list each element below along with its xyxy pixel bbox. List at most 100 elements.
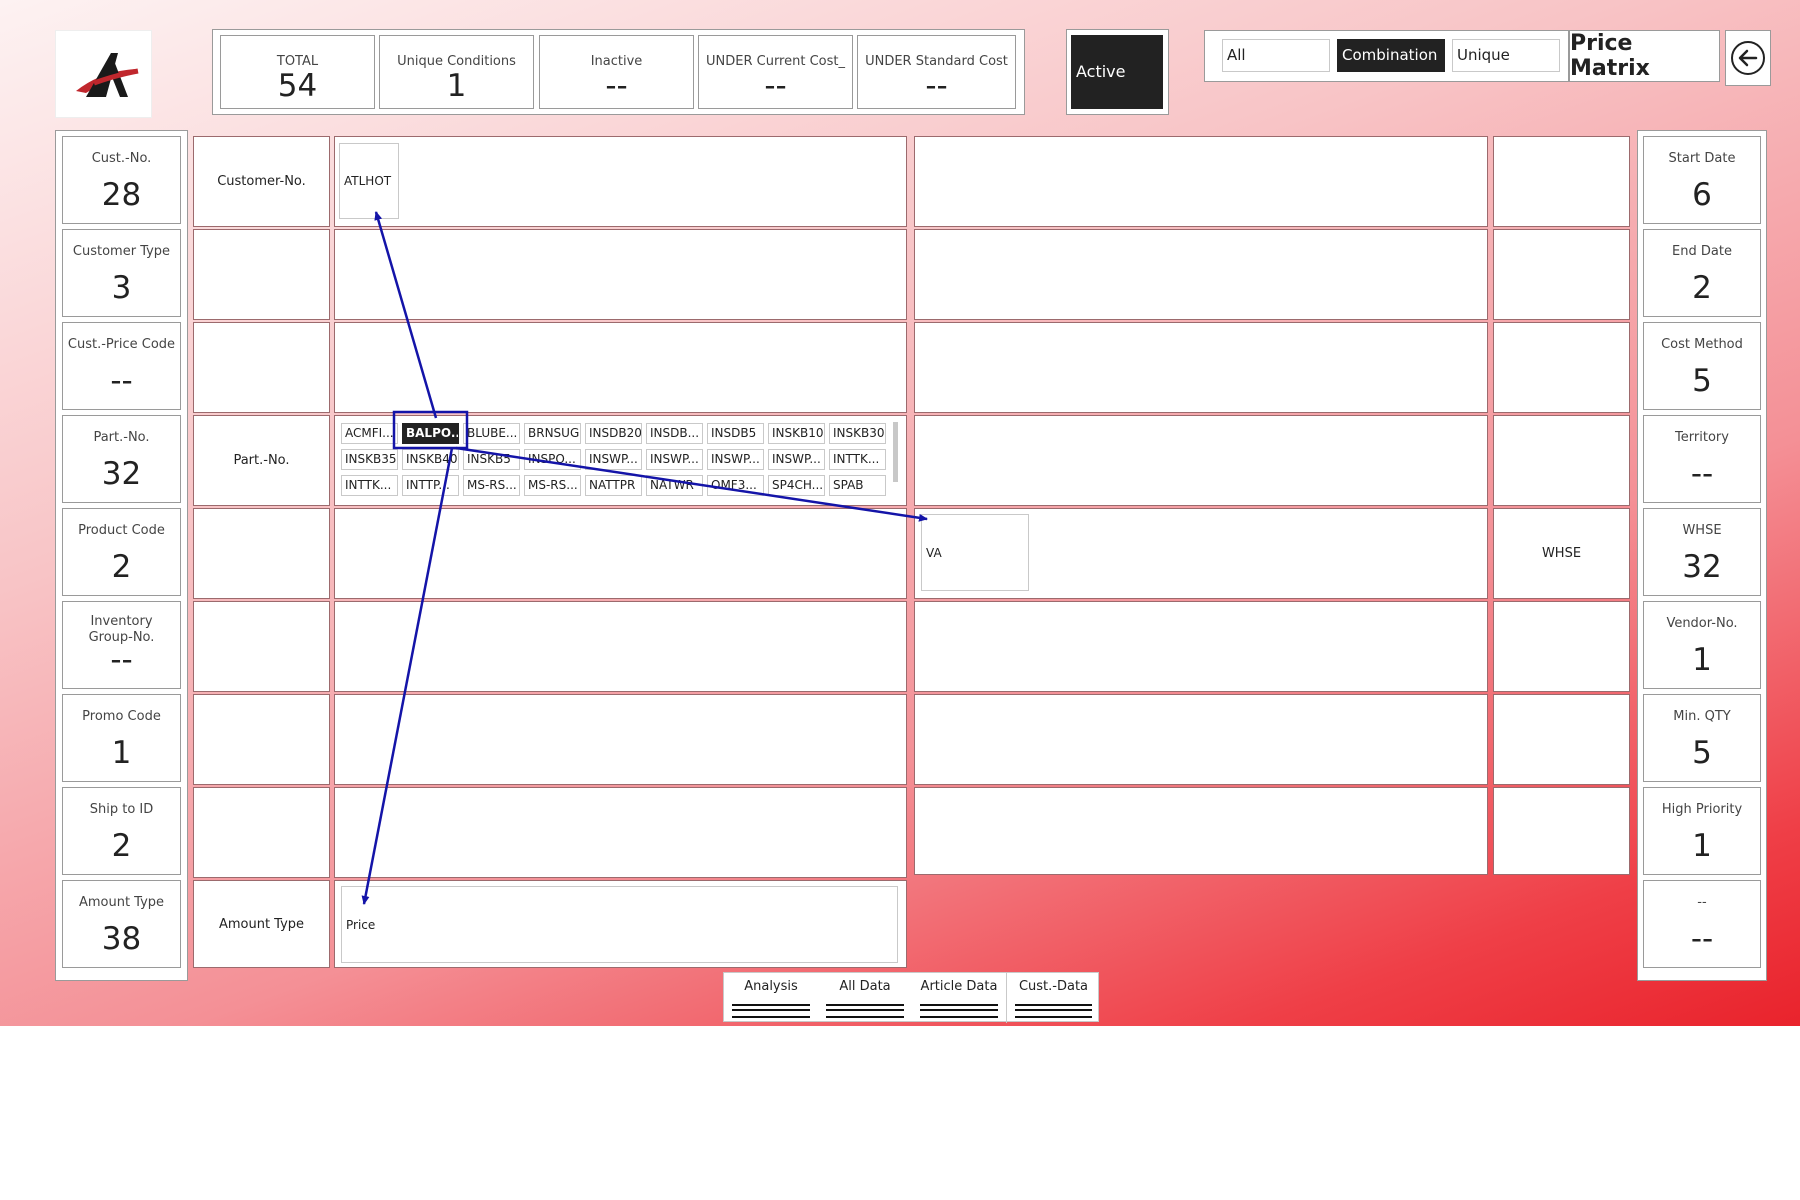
part-chip[interactable]: OMF3... (707, 475, 764, 496)
kpi-value: -- (605, 68, 628, 104)
tab-label: Cust.-Data (1018, 979, 1089, 994)
card-label: Ship to ID (89, 802, 154, 817)
tab-cust-data[interactable]: Cust.-Data (1006, 973, 1100, 1023)
card-customer-type[interactable]: Customer Type 3 (62, 229, 181, 317)
row-label-empty (193, 601, 330, 692)
value-text: Price (346, 917, 376, 932)
toggle-unique[interactable]: Unique (1452, 39, 1560, 72)
part-chip[interactable]: INTTK... (341, 475, 398, 496)
row-label-amount: Amount Type (193, 880, 330, 968)
part-chip[interactable]: INSKB30 (829, 423, 886, 444)
row-label-part: Part.-No. (193, 415, 330, 506)
card-part-no[interactable]: Part.-No. 32 (62, 415, 181, 503)
page-title: Price Matrix (1570, 31, 1650, 81)
card-ship-to-id[interactable]: Ship to ID 2 (62, 787, 181, 875)
value2-cell-empty (914, 415, 1488, 506)
row-label-empty (193, 229, 330, 320)
toggle-all[interactable]: All (1222, 39, 1330, 72)
card-cust-no[interactable]: Cust.-No. 28 (62, 136, 181, 224)
part-chip[interactable]: BLUBE... (463, 423, 520, 444)
active-button[interactable]: Active (1071, 35, 1163, 109)
tab-label: Analysis (744, 979, 798, 994)
tab-lines (732, 1004, 810, 1018)
card-value: -- (110, 363, 133, 399)
row-label-text: Customer-No. (217, 174, 306, 189)
card-cust-price-code[interactable]: Cust.-Price Code -- (62, 322, 181, 410)
card-value: 1 (111, 735, 132, 771)
part-chip[interactable]: INSDB5 (707, 423, 764, 444)
part-chip[interactable]: INSKB10 (768, 423, 825, 444)
part-chip[interactable]: NATTPR (585, 475, 642, 496)
row2-label-empty (1493, 787, 1630, 875)
card-value: -- (1690, 921, 1714, 957)
row2-label-empty (1493, 694, 1630, 785)
part-chip[interactable]: INTTP... (402, 475, 459, 496)
card-label: Customer Type (72, 244, 171, 259)
card-cost-method[interactable]: Cost Method 5 (1643, 322, 1761, 410)
part-chip[interactable]: ACMFI... (341, 423, 398, 444)
card-min-qty[interactable]: Min. QTY 5 (1643, 694, 1761, 782)
card-promo-code[interactable]: Promo Code 1 (62, 694, 181, 782)
card-value: -- (110, 642, 133, 678)
part-chip[interactable]: INTTK... (829, 449, 886, 470)
part-chip[interactable]: MS-RS... (524, 475, 581, 496)
card-value: 32 (101, 456, 142, 492)
logo (55, 30, 152, 118)
value2-cell-empty (914, 694, 1488, 785)
tab-all-data[interactable]: All Data (818, 973, 912, 1023)
part-chip[interactable]: INSKB5 (463, 449, 520, 470)
part-chip[interactable]: SPAB (829, 475, 886, 496)
value-whse[interactable]: VA (921, 514, 1029, 591)
card-empty[interactable]: -- -- (1643, 880, 1761, 968)
kpi-inactive: Inactive -- (539, 35, 694, 109)
card-value: 5 (1692, 363, 1712, 399)
part-chip[interactable]: INSWP... (646, 449, 703, 470)
row-label-whse: WHSE (1493, 508, 1630, 599)
kpi-under-current-cost: UNDER Current Cost_ -- (698, 35, 853, 109)
part-chip[interactable]: SP4CH... (768, 475, 825, 496)
scrollbar[interactable] (893, 422, 898, 482)
row-label-empty (193, 322, 330, 413)
card-amount-type[interactable]: Amount Type 38 (62, 880, 181, 968)
part-chip[interactable]: INSWP... (768, 449, 825, 470)
card-end-date[interactable]: End Date 2 (1643, 229, 1761, 317)
card-inventory-group-no[interactable]: Inventory Group-No. -- (62, 601, 181, 689)
part-chip[interactable]: INSDB... (646, 423, 703, 444)
card-value: 6 (1692, 177, 1712, 213)
kpi-total: TOTAL 54 (220, 35, 375, 109)
part-chip[interactable]: INSPO... (524, 449, 581, 470)
back-button[interactable] (1725, 30, 1771, 86)
tab-analysis[interactable]: Analysis (724, 973, 818, 1023)
part-chip[interactable]: INSDB20 (585, 423, 642, 444)
part-chip[interactable]: NATWR (646, 475, 703, 496)
card-start-date[interactable]: Start Date 6 (1643, 136, 1761, 224)
part-chip[interactable]: INSWP... (707, 449, 764, 470)
card-whse[interactable]: WHSE 32 (1643, 508, 1761, 596)
part-chip[interactable]: BRNSUG (524, 423, 581, 444)
card-value: 28 (101, 177, 142, 213)
card-label: Start Date (1668, 151, 1736, 166)
row2-label-empty (1493, 322, 1630, 413)
card-territory[interactable]: Territory -- (1643, 415, 1761, 503)
part-chip[interactable]: INSKB35 (341, 449, 398, 470)
part-chip[interactable]: BALPO... (402, 423, 459, 444)
value-cell-customer: ATLHOT (334, 136, 907, 227)
part-chip[interactable]: MS-RS... (463, 475, 520, 496)
toggle-combination[interactable]: Combination (1337, 39, 1445, 72)
value-customer[interactable]: ATLHOT (339, 143, 399, 219)
card-label: Product Code (78, 523, 165, 538)
title-box: Price Matrix (1569, 30, 1720, 82)
card-high-priority[interactable]: High Priority 1 (1643, 787, 1761, 875)
card-label: Cust.-No. (91, 151, 152, 166)
card-label: Cost Method (1661, 337, 1743, 352)
tab-article-data[interactable]: Article Data (912, 973, 1006, 1023)
card-product-code[interactable]: Product Code 2 (62, 508, 181, 596)
value-cell-empty (334, 787, 907, 878)
card-vendor-no[interactable]: Vendor-No. 1 (1643, 601, 1761, 689)
row-label-text: Part.-No. (233, 453, 290, 468)
card-value: 38 (101, 921, 142, 957)
value-amount[interactable]: Price (341, 886, 898, 963)
card-value: 2 (111, 549, 132, 585)
part-chip[interactable]: INSWP... (585, 449, 642, 470)
part-chip[interactable]: INSKB40 (402, 449, 459, 470)
